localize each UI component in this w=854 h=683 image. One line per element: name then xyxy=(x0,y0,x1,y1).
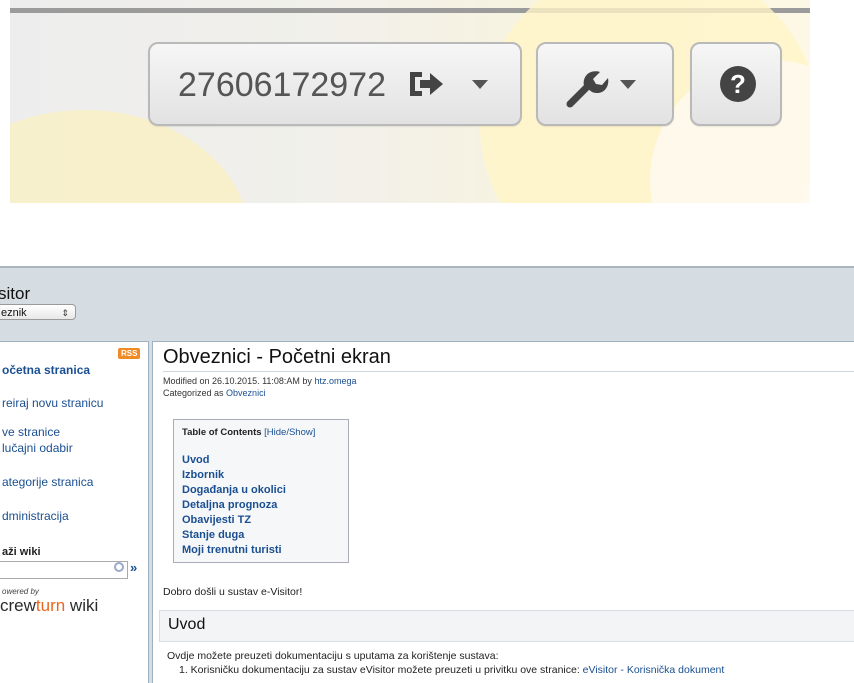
sidebar-item-all-pages[interactable]: ve stranice xyxy=(2,424,60,440)
user-menu-button[interactable]: 27606172972 xyxy=(148,42,522,126)
toc-link[interactable]: Moji trenutni turisti xyxy=(182,543,282,558)
page-content: Obveznici - Početni ekran Modified on 26… xyxy=(152,341,854,683)
toc-link[interactable]: Uvod xyxy=(182,453,210,468)
categorized-text: Categorized as xyxy=(163,388,227,398)
logo-text-accent: turn xyxy=(35,596,66,615)
section-header: Uvod xyxy=(159,610,854,642)
section-title: Uvod xyxy=(168,616,206,633)
toc-link[interactable]: Obavijesti TZ xyxy=(182,513,251,528)
list-item: 1. Korisničku dokumentaciju za sustav eV… xyxy=(179,664,724,676)
category-link[interactable]: Obveznici xyxy=(226,388,266,398)
toc-link[interactable]: Detaljna prognoza xyxy=(182,498,277,513)
toc-toggle-link[interactable]: [Hide/Show] xyxy=(264,427,315,438)
rss-badge[interactable]: RSS xyxy=(118,348,141,359)
chevron-down-icon xyxy=(472,80,488,89)
help-icon: ? xyxy=(720,66,756,102)
site-title: sitor xyxy=(0,284,31,303)
wrench-icon xyxy=(566,71,609,108)
toolbar-screenshot: 27606172972 ? xyxy=(10,0,810,203)
author-link[interactable]: htz.omega xyxy=(314,376,356,386)
divider xyxy=(163,371,854,372)
sidebar-item-random-page[interactable]: lučajni odabir xyxy=(2,440,73,456)
logo-text: crew xyxy=(0,596,36,615)
intro-text: Ovdje možete preuzeti dokumentaciju s up… xyxy=(167,650,499,662)
screwturn-logo[interactable]: crewturn wiki xyxy=(0,596,98,616)
powered-by-label: owered by xyxy=(2,587,39,596)
sidebar-item-create-page[interactable]: reiraj novu stranicu xyxy=(2,395,103,411)
help-button[interactable]: ? xyxy=(690,42,782,126)
logo-text-suffix: wiki xyxy=(65,596,99,615)
list-item-text: 1. Korisničku dokumentaciju za sustav eV… xyxy=(179,664,583,676)
toc-link[interactable]: Izbornik xyxy=(182,468,224,483)
documentation-link[interactable]: eVisitor - Korisnička dokument xyxy=(583,664,725,676)
wiki-screenshot: sitor eznik ⇕ RSS očetna stranica reiraj… xyxy=(0,266,854,683)
sign-out-icon xyxy=(410,72,443,96)
chevron-down-icon xyxy=(620,80,636,89)
toc-title: Table of Contents xyxy=(182,427,265,438)
settings-menu-button[interactable] xyxy=(536,42,674,126)
sidebar-item-categories[interactable]: ategorije stranica xyxy=(2,474,93,490)
user-id-label: 27606172972 xyxy=(178,66,387,104)
welcome-text: Dobro došli u sustav e-Visitor! xyxy=(163,586,303,598)
toc-header: Table of Contents [Hide/Show] xyxy=(182,427,315,438)
table-of-contents: Table of Contents [Hide/Show] Uvod Izbor… xyxy=(173,419,349,563)
category-info: Categorized as Obveznici xyxy=(163,388,266,398)
search-icon xyxy=(114,562,124,572)
toc-link[interactable]: Događanja u okolici xyxy=(182,483,286,498)
sidebar-item-administration[interactable]: dministracija xyxy=(2,508,69,524)
page-title: Obveznici - Početni ekran xyxy=(163,346,391,368)
search-input[interactable] xyxy=(0,561,128,579)
namespace-select-value: eznik xyxy=(1,307,27,319)
sidebar-item-main-page[interactable]: očetna stranica xyxy=(2,362,90,378)
search-go-button[interactable]: » xyxy=(130,560,137,575)
sidebar: RSS očetna stranica reiraj novu stranicu… xyxy=(0,341,149,683)
modified-text: Modified on 26.10.2015. 11:08:AM by xyxy=(163,376,315,386)
search-label: aži wiki xyxy=(2,546,41,558)
divider xyxy=(0,266,854,268)
toc-link[interactable]: Stanje duga xyxy=(182,528,244,543)
namespace-select[interactable]: eznik ⇕ xyxy=(0,304,76,320)
modified-info: Modified on 26.10.2015. 11:08:AM by htz.… xyxy=(163,376,356,386)
select-arrows-icon: ⇕ xyxy=(61,308,69,318)
